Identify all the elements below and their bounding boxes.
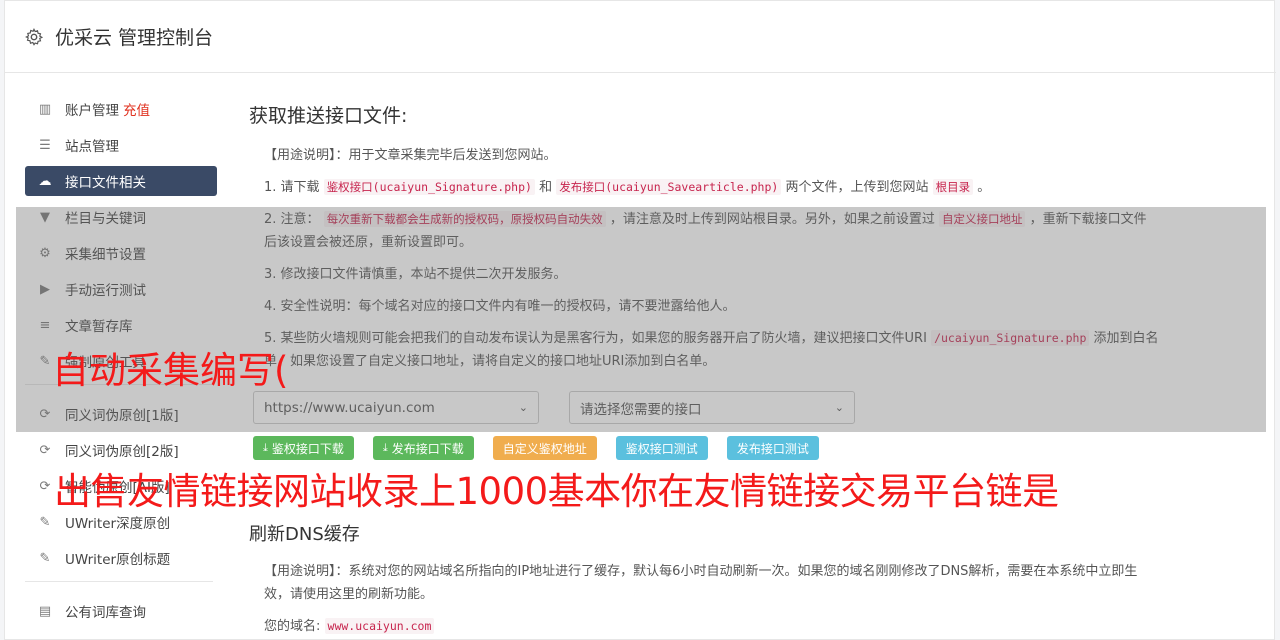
domain-line: 您的域名: www.ucaiyun.com [264, 615, 1159, 638]
page-title: 优采云 管理控制台 [55, 27, 214, 49]
test-pub-button[interactable]: 发布接口测试 [726, 436, 819, 460]
download-sig-button[interactable]: ⤓ 鉴权接口下载 [253, 436, 354, 460]
server-icon: ☰ [39, 137, 51, 153]
overlay-caption-1: 自动采集编写( [52, 349, 289, 392]
button-row: ⤓ 鉴权接口下载 ⤓ 发布接口下载 自定义鉴权地址 鉴权接口测试 发布接口测试 [253, 436, 1159, 460]
download-icon: ⤓ [263, 441, 268, 454]
dns-usage-note: 【用途说明】：系统对您的网站域名所指向的IP地址进行了缓存，默认每6小时自动刷新… [264, 564, 1138, 602]
overlay-shade [16, 207, 1266, 432]
sidebar-item-label: UWriter原创标题 [65, 552, 171, 568]
overlay-caption-2: 出售友情链接网站收录上1000基本你在友情链接交易平台链是 [54, 470, 1059, 513]
download-pub-button[interactable]: ⤓ 发布接口下载 [372, 436, 474, 460]
sidebar-item-public-lexicon[interactable]: ▤ 公有词库查询 [25, 596, 217, 626]
step-1: 1. 请下载 鉴权接口(ucaiyun_Signature.php) 和 发布接… [264, 179, 991, 195]
edit-icon: ✎ [39, 550, 51, 566]
refresh-icon: ⟳ [39, 478, 51, 494]
sidebar-item-interface-files[interactable]: ☁ 接口文件相关 [25, 166, 217, 196]
cloud-upload-icon: ☁ [38, 173, 52, 189]
section-title-dns: 刷新DNS缓存 [249, 524, 360, 545]
sig-file-name: 鉴权接口(ucaiyun_Signature.php) [323, 179, 535, 195]
domain-value: www.ucaiyun.com [324, 618, 435, 634]
section-title-interface: 获取推送接口文件: [249, 105, 408, 127]
sidebar-divider [25, 581, 213, 582]
refresh-icon: ⟳ [39, 442, 51, 458]
usage-note: 【用途说明】：用于文章采集完毕后发送到您网站。 [264, 148, 557, 163]
sidebar-item-uwriter-title[interactable]: ✎ UWriter原创标题 [25, 543, 217, 573]
bar-chart-icon: ▥ [38, 101, 52, 117]
test-sig-button[interactable]: 鉴权接口测试 [615, 436, 708, 460]
root-dir-label: 根目录 [932, 179, 974, 195]
sidebar-item-label: 公有词库查询 [65, 605, 146, 621]
sidebar-item-synonym-v2[interactable]: ⟳ 同义词伪原创[2版] [25, 435, 217, 465]
sidebar-item-account[interactable]: ▥ 账户管理 充值 [25, 94, 217, 124]
custom-sig-url-button[interactable]: 自定义鉴权地址 [492, 436, 597, 460]
gear-icon[interactable] [25, 27, 43, 46]
sidebar-item-label: 账户管理 [65, 103, 119, 119]
sidebar-item-label: 同义词伪原创[2版] [65, 444, 179, 460]
edit-icon: ✎ [39, 514, 51, 530]
pub-file-name: 发布接口(ucaiyun_Savearticle.php) [556, 179, 782, 195]
sidebar-item-label: 接口文件相关 [65, 175, 146, 191]
download-icon: ⤓ [382, 441, 388, 454]
sidebar-item-sites[interactable]: ☰ 站点管理 [25, 130, 217, 160]
book-icon: ▤ [38, 603, 52, 619]
recharge-link[interactable]: 充值 [123, 99, 150, 119]
top-header: 优采云 管理控制台 [5, 1, 1276, 73]
sidebar-item-label: 站点管理 [65, 139, 119, 155]
